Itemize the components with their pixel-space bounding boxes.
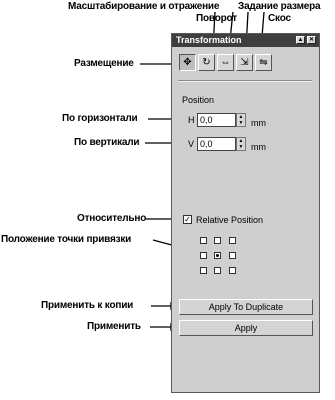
callout-relative: Относительно xyxy=(77,213,147,224)
relative-position-checkbox[interactable]: ✓ xyxy=(183,215,192,224)
anchor-top-center[interactable] xyxy=(214,237,221,244)
title-bar[interactable]: Transformation ▲ ✕ xyxy=(172,34,319,47)
callout-vertical: По вертикали xyxy=(74,137,140,148)
scale-mirror-button[interactable]: ⇔ xyxy=(217,54,234,71)
size-button[interactable]: ⇲ xyxy=(236,54,253,71)
spin-down-icon[interactable]: ▼ xyxy=(237,144,245,150)
anchor-bottom-center[interactable] xyxy=(214,267,221,274)
h-label: H xyxy=(188,115,195,125)
h-unit: mm xyxy=(251,118,266,128)
h-position-input[interactable]: 0,0 xyxy=(197,113,236,127)
scale-mirror-icon: ⇔ xyxy=(220,57,231,68)
position-button[interactable]: ✥ xyxy=(179,54,196,71)
position-icon: ✥ xyxy=(183,57,192,68)
v-spinner[interactable]: ▲ ▼ xyxy=(236,137,246,151)
rotate-icon: ↻ xyxy=(202,57,211,68)
close-icon[interactable]: ✕ xyxy=(307,36,316,44)
callout-apply-duplicate: Применить к копии xyxy=(41,300,134,311)
anchor-center[interactable] xyxy=(214,252,221,259)
anchor-middle-right[interactable] xyxy=(229,252,236,259)
callout-scale-mirror: Масштабирование и отражение xyxy=(68,1,220,12)
apply-to-duplicate-button[interactable]: Apply To Duplicate xyxy=(179,299,313,315)
size-icon: ⇲ xyxy=(240,57,249,68)
relative-position-label: Relative Position xyxy=(196,215,264,225)
callout-size: Задание размера xyxy=(238,1,321,12)
spin-down-icon[interactable]: ▼ xyxy=(237,120,245,126)
callout-apply: Применить xyxy=(87,321,141,332)
rotate-button[interactable]: ↻ xyxy=(198,54,215,71)
anchor-top-left[interactable] xyxy=(200,237,207,244)
transformation-docker: Transformation ▲ ✕ ✥ ↻ ⇔ ⇲ ⇋ Position H … xyxy=(171,33,320,393)
skew-button[interactable]: ⇋ xyxy=(255,54,272,71)
pin-icon[interactable]: ▲ xyxy=(296,36,305,44)
divider xyxy=(178,80,312,82)
callout-rotate: Поворот xyxy=(196,13,237,24)
position-heading: Position xyxy=(182,95,215,105)
v-position-input[interactable]: 0,0 xyxy=(197,137,236,151)
callout-horizontal: По горизонтали xyxy=(62,113,138,124)
anchor-top-right[interactable] xyxy=(229,237,236,244)
callout-placement: Размещение xyxy=(74,58,134,69)
window-title: Transformation xyxy=(176,35,242,45)
anchor-bottom-left[interactable] xyxy=(200,267,207,274)
anchor-middle-left[interactable] xyxy=(200,252,207,259)
callout-skew: Скос xyxy=(268,13,291,24)
apply-button[interactable]: Apply xyxy=(179,320,313,336)
v-label: V xyxy=(188,139,195,149)
anchor-bottom-right[interactable] xyxy=(229,267,236,274)
v-unit: mm xyxy=(251,142,266,152)
h-spinner[interactable]: ▲ ▼ xyxy=(236,113,246,127)
skew-icon: ⇋ xyxy=(259,57,268,68)
callout-anchor-point: Положение точки привязки xyxy=(1,234,132,245)
